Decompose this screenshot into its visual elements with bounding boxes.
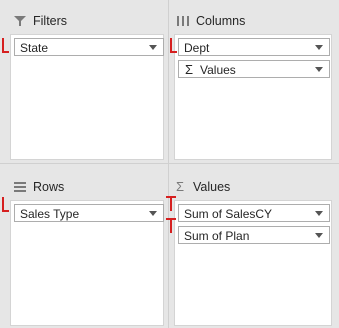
field-label: Values xyxy=(200,63,236,77)
chevron-down-icon[interactable] xyxy=(315,211,323,216)
insert-marker-icon xyxy=(170,38,177,53)
rows-area: Rows Sales Type xyxy=(0,166,169,328)
columns-title: Columns xyxy=(196,14,246,28)
chevron-down-icon[interactable] xyxy=(315,67,323,72)
chevron-down-icon[interactable] xyxy=(315,45,323,50)
chevron-down-icon[interactable] xyxy=(315,233,323,238)
sigma-icon: Σ xyxy=(185,62,194,77)
filter-icon xyxy=(14,16,26,26)
columns-area: Columns Dept Σ Values xyxy=(170,0,339,162)
horizontal-divider xyxy=(0,163,339,164)
columns-drop-zone[interactable]: Dept Σ Values xyxy=(174,34,332,160)
rows-header: Rows xyxy=(0,166,169,200)
column-field-dept[interactable]: Dept xyxy=(178,38,330,56)
columns-header: Columns xyxy=(170,0,339,34)
chevron-down-icon[interactable] xyxy=(149,211,157,216)
filter-field-state[interactable]: State xyxy=(14,38,164,56)
filters-header: Filters xyxy=(0,0,169,34)
values-title: Values xyxy=(193,180,231,194)
insert-marker-icon xyxy=(166,196,176,211)
values-area: Σ Values Sum of SalesCY Sum of Plan xyxy=(166,166,339,328)
field-label: Sum of Plan xyxy=(184,229,250,243)
filters-area: Filters State xyxy=(0,0,169,162)
values-drop-zone[interactable]: Sum of SalesCY Sum of Plan xyxy=(174,200,332,326)
row-field-sales-type[interactable]: Sales Type xyxy=(14,204,164,222)
chevron-down-icon[interactable] xyxy=(149,45,157,50)
value-field-sum-of-plan[interactable]: Sum of Plan xyxy=(178,226,330,244)
value-field-sum-of-salescy[interactable]: Sum of SalesCY xyxy=(178,204,330,222)
columns-icon xyxy=(177,16,189,26)
field-label: State xyxy=(20,41,49,55)
rows-title: Rows xyxy=(33,180,65,194)
insert-marker-icon xyxy=(2,38,9,53)
rows-icon xyxy=(14,182,26,192)
rows-drop-zone[interactable]: Sales Type xyxy=(10,200,164,326)
insert-marker-icon xyxy=(2,197,9,212)
filters-drop-zone[interactable]: State xyxy=(10,34,164,160)
sigma-icon: Σ xyxy=(176,179,185,194)
filters-title: Filters xyxy=(33,14,68,28)
field-label: Sales Type xyxy=(20,207,80,221)
field-label: Sum of SalesCY xyxy=(184,207,273,221)
insert-marker-icon xyxy=(166,218,176,233)
field-label: Dept xyxy=(184,41,210,55)
column-field-values[interactable]: Σ Values xyxy=(178,60,330,78)
values-header: Σ Values xyxy=(170,166,339,200)
